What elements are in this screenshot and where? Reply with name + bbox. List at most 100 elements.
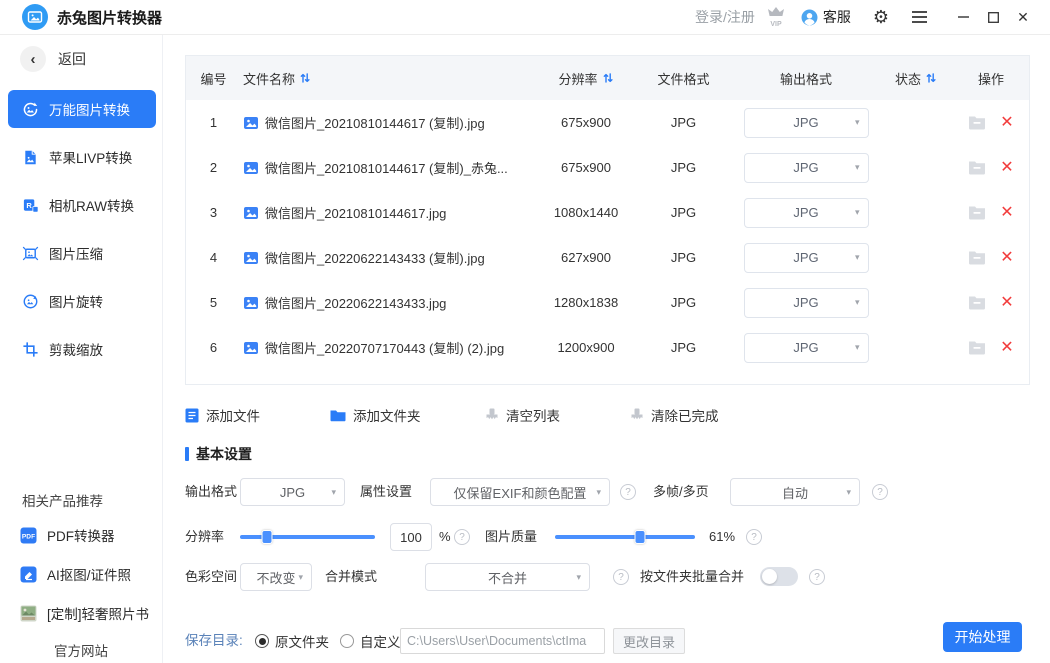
column-header-ops: 操作	[951, 69, 1031, 88]
help-icon[interactable]: ?	[746, 529, 762, 545]
clear-completed-button[interactable]: 清除已完成	[630, 401, 719, 429]
sidebar-item-livp-convert[interactable]: 苹果LIVP转换	[8, 138, 156, 176]
minimize-button[interactable]	[948, 4, 978, 30]
vip-crown-icon[interactable]: VIP	[765, 7, 787, 27]
radio-unchecked-icon[interactable]	[340, 634, 354, 648]
open-folder-icon[interactable]	[968, 340, 986, 355]
delete-row-icon[interactable]: ✕	[1000, 115, 1013, 131]
customer-service-button[interactable]: 客服	[801, 7, 851, 27]
open-folder-icon[interactable]	[968, 250, 986, 265]
hamburger-menu-icon[interactable]	[911, 10, 928, 24]
pdf-icon: PDF	[20, 527, 37, 544]
sidebar-item-photo-book[interactable]: [定制]轻奢照片书	[20, 603, 149, 623]
save-path-input[interactable]	[400, 628, 605, 654]
change-directory-button[interactable]: 更改目录	[613, 628, 685, 654]
row-resolution: 1200x900	[536, 340, 636, 355]
chevron-down-icon: ▾	[298, 572, 303, 583]
open-folder-icon[interactable]	[968, 160, 986, 175]
row-filename-cell: 微信图片_20220622143433 (复制).jpg	[241, 248, 536, 267]
help-icon[interactable]: ?	[809, 569, 825, 585]
resolution-slider[interactable]	[240, 535, 375, 539]
help-icon[interactable]: ?	[620, 484, 636, 500]
help-icon[interactable]: ?	[613, 569, 629, 585]
sidebar-item-crop-scale[interactable]: 剪裁缩放	[8, 330, 156, 368]
sidebar-item-label: 图片压缩	[49, 243, 103, 263]
row-output-format-select[interactable]: JPG ▾	[744, 198, 869, 228]
row-filename: 微信图片_20210810144617 (复制).jpg	[265, 113, 485, 132]
property-value: 仅保留EXIF和颜色配置	[454, 483, 587, 502]
image-thumb-icon	[243, 160, 259, 176]
row-filename: 微信图片_20220622143433.jpg	[265, 293, 446, 312]
radio-checked-icon[interactable]	[255, 634, 269, 648]
delete-row-icon[interactable]: ✕	[1000, 295, 1013, 311]
start-processing-button[interactable]: 开始处理	[943, 622, 1022, 652]
color-space-select[interactable]: 不改变 ▾	[240, 563, 312, 591]
multiframe-select[interactable]: 自动 ▾	[730, 478, 860, 506]
clear-list-button[interactable]: 清空列表	[485, 401, 560, 429]
login-register-link[interactable]: 登录/注册	[695, 7, 755, 27]
sort-icon[interactable]	[299, 72, 311, 84]
maximize-button[interactable]	[978, 4, 1008, 30]
column-header-resolution[interactable]: 分辨率	[536, 69, 636, 88]
row-output-format-select[interactable]: JPG ▾	[744, 333, 869, 363]
ai-matting-icon	[20, 566, 37, 583]
close-button[interactable]: ✕	[1008, 4, 1038, 30]
delete-row-icon[interactable]: ✕	[1000, 160, 1013, 176]
merge-mode-select[interactable]: 不合并 ▾	[425, 563, 590, 591]
delete-row-icon[interactable]: ✕	[1000, 340, 1013, 356]
sort-icon[interactable]	[925, 72, 937, 84]
sidebar-item-pdf-converter[interactable]: PDF PDF转换器	[20, 525, 115, 545]
add-file-button[interactable]: 添加文件	[185, 401, 260, 429]
sidebar-item-ai-matting[interactable]: AI抠图/证件照	[20, 564, 131, 584]
settings-gear-icon[interactable]: ⚙	[873, 8, 889, 26]
open-folder-icon[interactable]	[968, 205, 986, 220]
row-format: JPG	[636, 205, 731, 220]
sidebar-item-universal-convert[interactable]: 万能图片转换	[8, 90, 156, 128]
quality-slider[interactable]	[555, 535, 695, 539]
row-format: JPG	[636, 340, 731, 355]
chevron-down-icon: ▾	[855, 252, 860, 263]
column-header-label: 文件名称	[243, 69, 295, 88]
back-button[interactable]: ‹ 返回	[20, 46, 86, 72]
chevron-down-icon: ▾	[855, 117, 860, 128]
help-icon[interactable]: ?	[872, 484, 888, 500]
radio-original-folder[interactable]: 原文件夹	[255, 627, 329, 655]
property-select[interactable]: 仅保留EXIF和颜色配置 ▾	[430, 478, 610, 506]
image-thumb-icon	[243, 340, 259, 356]
resolution-input[interactable]	[390, 523, 432, 551]
universal-convert-icon	[22, 101, 39, 118]
official-site-link[interactable]: 官方网站	[0, 640, 162, 660]
row-output-format-select[interactable]: JPG ▾	[744, 153, 869, 183]
sidebar-item-raw-convert[interactable]: R 相机RAW转换	[8, 186, 156, 224]
batch-merge-toggle[interactable]	[760, 567, 798, 586]
sidebar: ‹ 返回 万能图片转换 苹果LIVP转换 R 相机RAW转换 图片压缩	[0, 35, 163, 663]
column-header-filename[interactable]: 文件名称	[241, 69, 536, 88]
add-folder-button[interactable]: 添加文件夹	[330, 401, 421, 429]
row-output-format-select[interactable]: JPG ▾	[744, 288, 869, 318]
quality-slider-handle[interactable]	[635, 530, 646, 544]
open-folder-icon[interactable]	[968, 295, 986, 310]
sidebar-item-image-rotate[interactable]: 图片旋转	[8, 282, 156, 320]
help-icon[interactable]: ?	[454, 529, 470, 545]
resolution-slider-handle[interactable]	[262, 530, 273, 544]
crop-scale-icon	[22, 341, 39, 358]
output-format-select[interactable]: JPG ▾	[240, 478, 345, 506]
column-header-id[interactable]: 编号	[186, 69, 241, 88]
delete-row-icon[interactable]: ✕	[1000, 250, 1013, 266]
sidebar-item-image-compress[interactable]: 图片压缩	[8, 234, 156, 272]
radio-custom-folder[interactable]: 自定义	[340, 627, 401, 655]
row-output-format-select[interactable]: JPG ▾	[744, 108, 869, 138]
svg-text:PDF: PDF	[22, 533, 35, 540]
column-header-status[interactable]: 状态	[881, 69, 951, 88]
open-folder-icon[interactable]	[968, 115, 986, 130]
row-filename-cell: 微信图片_20210810144617.jpg	[241, 203, 536, 222]
row-output-format-select[interactable]: JPG ▾	[744, 243, 869, 273]
delete-row-icon[interactable]: ✕	[1000, 205, 1013, 221]
app-window: 赤兔图片转换器 登录/注册 VIP 客服 ⚙ ✕	[0, 0, 1050, 663]
color-space-value: 不改变	[256, 568, 295, 587]
image-compress-icon	[22, 245, 39, 262]
sort-icon[interactable]	[602, 72, 614, 84]
output-format-value: JPG	[280, 485, 305, 500]
clear-brush-icon	[485, 408, 499, 423]
quality-label: 图片质量	[485, 523, 537, 551]
